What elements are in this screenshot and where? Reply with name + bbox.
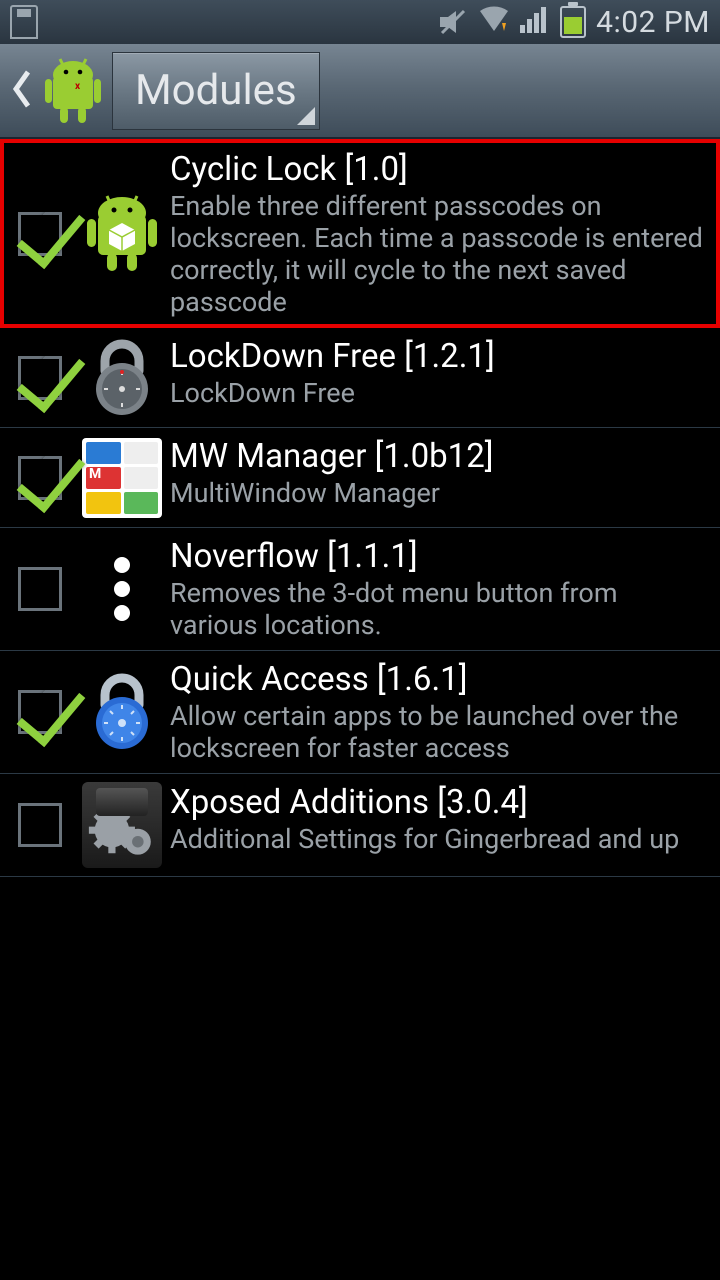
module-item-quick-access[interactable]: Quick Access [1.6.1] Allow certain apps … bbox=[0, 651, 720, 774]
app-logo-icon[interactable]: x bbox=[42, 55, 104, 127]
module-item-lockdown-free[interactable]: LockDown Free [1.2.1] LockDown Free bbox=[0, 328, 720, 428]
checkbox[interactable] bbox=[18, 456, 62, 500]
checkbox[interactable] bbox=[18, 690, 62, 734]
checkbox[interactable] bbox=[18, 567, 62, 611]
module-item-mw-manager[interactable]: M MW Manager [1.0b12] MultiWindow Manage… bbox=[0, 428, 720, 528]
module-item-cyclic-lock[interactable]: Cyclic Lock [1.0] Enable three different… bbox=[0, 139, 720, 328]
android-cube-icon bbox=[74, 193, 170, 275]
module-desc: LockDown Free bbox=[170, 378, 710, 410]
module-title: Noverflow [1.1.1] bbox=[170, 538, 710, 576]
module-desc: Allow certain apps to be launched over t… bbox=[170, 701, 710, 765]
module-title: Quick Access [1.6.1] bbox=[170, 661, 710, 699]
back-icon[interactable] bbox=[8, 68, 34, 114]
phone-gears-icon bbox=[74, 782, 170, 868]
module-desc: MultiWindow Manager bbox=[170, 478, 710, 510]
status-clock: 4:02 PM bbox=[596, 5, 710, 40]
padlock-blue-icon bbox=[74, 671, 170, 753]
three-dots-icon bbox=[74, 549, 170, 629]
module-desc: Enable three different passcodes on lock… bbox=[170, 191, 708, 318]
checkbox[interactable] bbox=[18, 212, 62, 256]
mute-icon bbox=[438, 9, 468, 35]
padlock-grey-icon bbox=[74, 337, 170, 419]
module-title: Cyclic Lock [1.0] bbox=[170, 151, 708, 189]
module-item-noverflow[interactable]: Noverflow [1.1.1] Removes the 3-dot menu… bbox=[0, 528, 720, 651]
action-bar: x Modules bbox=[0, 44, 720, 139]
module-title: MW Manager [1.0b12] bbox=[170, 438, 710, 476]
module-desc: Additional Settings for Gingerbread and … bbox=[170, 824, 710, 856]
checkbox[interactable] bbox=[18, 356, 62, 400]
dropdown-indicator-icon bbox=[297, 107, 315, 125]
modules-dropdown[interactable]: Modules bbox=[112, 52, 320, 130]
dropdown-label: Modules bbox=[135, 66, 297, 115]
module-desc: Removes the 3-dot menu button from vario… bbox=[170, 578, 710, 642]
sim-icon bbox=[10, 5, 38, 39]
module-title: Xposed Additions [3.0.4] bbox=[170, 784, 710, 822]
wifi-icon bbox=[478, 5, 510, 40]
mw-grid-icon: M bbox=[74, 438, 170, 518]
module-list: Cyclic Lock [1.0] Enable three different… bbox=[0, 139, 720, 877]
battery-icon bbox=[560, 6, 586, 38]
module-title: LockDown Free [1.2.1] bbox=[170, 338, 710, 376]
module-item-xposed-additions[interactable]: Xposed Additions [3.0.4] Additional Sett… bbox=[0, 774, 720, 877]
checkbox[interactable] bbox=[18, 803, 62, 847]
status-bar: 4:02 PM bbox=[0, 0, 720, 44]
signal-icon bbox=[520, 5, 550, 40]
